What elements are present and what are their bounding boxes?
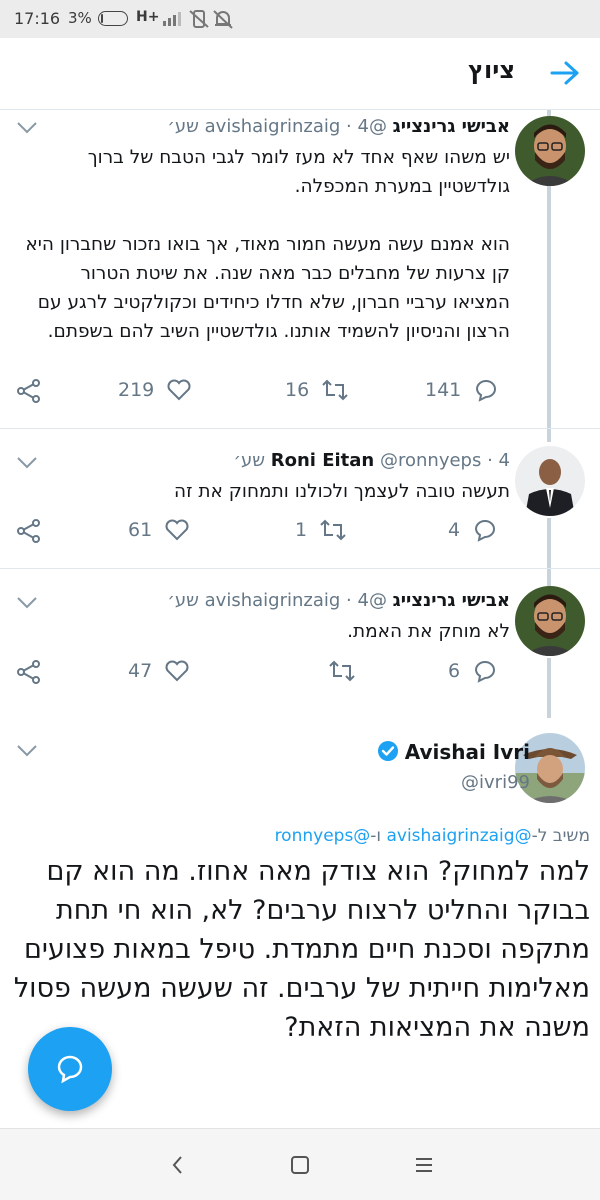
reply-button[interactable]: 6 (448, 657, 498, 685)
status-bar: 17:16 3% H+ (0, 0, 600, 38)
status-time: 17:16 (14, 9, 61, 28)
tweet-paragraph: הוא אמנם עשה מעשה חמור מאוד, אך בואו נזכ… (25, 234, 510, 342)
battery-level (101, 14, 103, 23)
retweet-icon (320, 519, 346, 541)
user-handle[interactable]: @ivri99 (461, 772, 530, 793)
signal-icon (163, 12, 181, 26)
replying-to-conjunction: ו- (370, 826, 387, 846)
divider (0, 568, 600, 569)
display-name[interactable]: Roni Eitan (271, 450, 375, 471)
home-icon[interactable] (288, 1153, 312, 1177)
alarm-off-icon (213, 10, 233, 29)
tweet-text: תעשה טובה לעצמך ולכולנו ותמחוק את זה (20, 477, 510, 506)
tweet-text: לא מוחק את האמת. (20, 617, 510, 646)
user-handle[interactable]: @ronnyeps (380, 450, 481, 471)
compose-reply-button[interactable] (28, 1027, 112, 1111)
network-type: H+ (136, 9, 160, 25)
chevron-down-icon[interactable] (16, 744, 38, 758)
tweet-paragraph: יש משהו שאף אחד לא מעז לומר לגבי הטבח של… (87, 147, 510, 197)
display-name[interactable]: Avishai Ivri (377, 740, 530, 764)
tweet-header: אבישי גרינצייג @avishaigrinzaig · 4 שע׳ (167, 590, 510, 611)
vibrate-off-icon (189, 10, 209, 28)
like-button[interactable]: 219 (118, 376, 192, 404)
reply-button[interactable]: 4 (448, 516, 498, 544)
page-title: ציוץ (468, 56, 515, 84)
avatar[interactable] (515, 116, 585, 186)
reply-icon (475, 661, 496, 683)
like-count: 219 (118, 379, 155, 401)
avatar-photo (515, 116, 585, 186)
heart-icon (165, 519, 189, 541)
retweet-icon (329, 660, 355, 682)
reply-icon (475, 520, 496, 542)
top-bar: ציוץ (0, 38, 600, 110)
mention-link[interactable]: @ronnyeps (275, 826, 371, 846)
display-name[interactable]: אבישי גרינצייג (393, 590, 510, 611)
heart-icon (165, 660, 189, 682)
like-count: 47 (128, 660, 153, 682)
tweet-paragraph: תעשה טובה לעצמך ולכולנו ותמחוק את זה (174, 481, 510, 502)
avatar[interactable] (515, 586, 585, 656)
retweet-button[interactable]: 1 (295, 516, 347, 544)
tweet-paragraph: לא מוחק את האמת. (347, 621, 510, 642)
replying-to: משיב ל-@avishaigrinzaig ו-@ronnyeps (275, 826, 590, 846)
battery-icon (98, 11, 128, 26)
retweet-count: 1 (295, 519, 308, 541)
share-icon[interactable] (16, 518, 42, 544)
thread-line (547, 416, 551, 442)
like-count: 61 (128, 519, 153, 541)
reply-icon (57, 1055, 83, 1084)
tweet-header: Roni Eitan @ronnyeps · 4 שע׳ (234, 450, 511, 471)
verified-badge-icon (377, 741, 398, 761)
avatar-photo (515, 586, 585, 656)
thread-line (547, 658, 551, 718)
reply-icon (476, 380, 497, 402)
like-button[interactable]: 61 (128, 516, 190, 544)
reply-count: 141 (425, 379, 462, 401)
retweet-icon (322, 379, 348, 401)
share-icon[interactable] (16, 659, 42, 685)
chevron-down-icon[interactable] (16, 121, 38, 135)
chevron-down-icon[interactable] (16, 456, 38, 470)
thread-line (547, 518, 551, 586)
menu-icon[interactable] (412, 1153, 436, 1177)
mention-link[interactable]: @avishaigrinzaig (386, 826, 531, 846)
main-tweet-text: למה למחוק? הוא צודק מאה אחוז. מה הוא קם … (13, 856, 590, 1043)
tweet-header: אבישי גרינצייג @avishaigrinzaig · 4 שע׳ (167, 116, 510, 137)
thread-line (547, 186, 551, 416)
tweet-text: יש משהו שאף אחד לא מעז לומר לגבי הטבח של… (20, 143, 510, 346)
display-name[interactable]: אבישי גרינצייג (393, 116, 510, 137)
avatar[interactable] (515, 446, 585, 516)
replying-to-prefix: משיב ל- (531, 826, 590, 846)
retweet-count: 16 (285, 379, 310, 401)
reply-count: 4 (448, 519, 461, 541)
share-icon[interactable] (16, 378, 42, 404)
system-nav-bar (0, 1128, 600, 1200)
reply-button[interactable]: 141 (425, 376, 499, 404)
reply-count: 6 (448, 660, 461, 682)
display-name-text: Avishai Ivri (404, 740, 530, 764)
divider (0, 428, 600, 429)
back-icon[interactable] (166, 1153, 190, 1177)
heart-icon (167, 379, 191, 401)
retweet-button[interactable]: 16 (285, 376, 349, 404)
battery-percent: 3% (68, 9, 92, 27)
retweet-button[interactable] (316, 657, 356, 685)
arrow-right-icon[interactable] (548, 58, 582, 88)
like-button[interactable]: 47 (128, 657, 190, 685)
chevron-down-icon[interactable] (16, 596, 38, 610)
avatar-photo (515, 446, 585, 516)
